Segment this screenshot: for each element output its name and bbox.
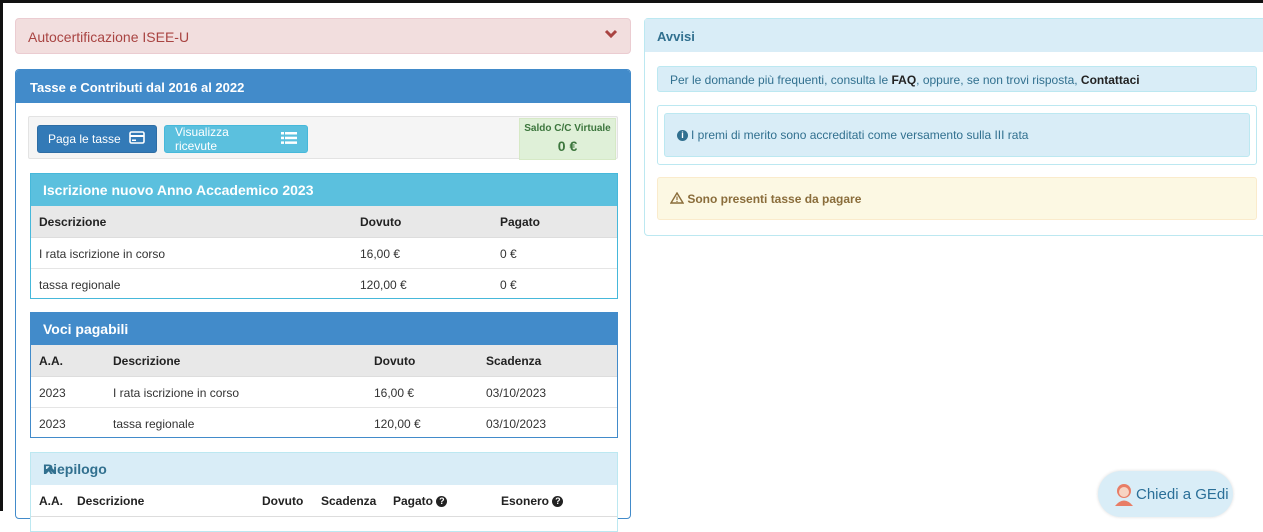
chevron-up-icon[interactable]	[43, 463, 605, 479]
visualizza-ricevute-button[interactable]: Visualizza ricevute	[164, 125, 308, 153]
visualizza-label: Visualizza ricevute	[175, 125, 229, 153]
col-pagato-label: Pagato	[393, 494, 434, 508]
saldo-value: 0 €	[557, 138, 578, 154]
isee-title[interactable]: Autocertificazione ISEE-U	[28, 29, 189, 45]
premi-text: I premi di merito sono accreditati come …	[691, 128, 1029, 142]
col-scadenza: Scadenza	[321, 494, 377, 508]
row-aa: 2023	[39, 386, 66, 400]
col-pagato: Pagato	[500, 215, 541, 229]
faq-link[interactable]: FAQ	[891, 73, 916, 87]
iscrizione-title: Iscrizione nuovo Anno Accademico 2023	[43, 182, 314, 198]
avvisi-heading: Avvisi	[645, 19, 1263, 52]
iscrizione-panel: Iscrizione nuovo Anno Accademico 2023 De…	[30, 173, 618, 299]
tasse-panel: Tasse e Contributi dal 2016 al 2022 Paga…	[15, 69, 631, 532]
paga-tasse-button[interactable]: Paga le tasse	[37, 125, 157, 153]
assistant-avatar-icon	[1112, 482, 1136, 506]
warning-icon	[669, 191, 687, 207]
col-descrizione: Descrizione	[39, 215, 107, 229]
row-scadenza: 03/10/2023	[486, 386, 547, 400]
row-dovuto: 16,00 €	[360, 247, 401, 261]
riepilogo-heading[interactable]: Riepilogo	[31, 453, 617, 485]
row-dovuto: 16,00 €	[374, 386, 415, 400]
saldo-box: Saldo C/C Virtuale 0 €	[519, 118, 616, 160]
voci-pagabili-panel: Voci pagabili A.A. Descrizione Dovuto Sc…	[30, 312, 618, 438]
faq-alert: Per le domande più frequenti, consulta l…	[657, 66, 1257, 92]
question-icon[interactable]: ?	[436, 496, 448, 508]
voci-table-header: A.A. Descrizione Dovuto Scadenza	[31, 345, 617, 377]
table-row: 2023 tassa regionale 120,00 € 03/10/2023	[31, 408, 617, 439]
voci-heading: Voci pagabili	[31, 313, 617, 345]
col-dovuto: Dovuto	[262, 494, 304, 508]
contattaci-link[interactable]: Contattaci	[1081, 73, 1140, 87]
col-dovuto: Dovuto	[360, 215, 402, 229]
row-descrizione: tassa regionale	[113, 417, 195, 431]
paga-label: Paga le tasse	[48, 132, 121, 146]
col-pagato: Pagato ?	[393, 494, 448, 508]
col-aa: A.A.	[39, 494, 63, 508]
saldo-label: Saldo C/C Virtuale	[524, 123, 611, 134]
chevron-down-icon[interactable]	[604, 28, 618, 43]
avvisi-title: Avvisi	[657, 29, 695, 44]
iscrizione-heading: Iscrizione nuovo Anno Accademico 2023	[31, 174, 617, 206]
chat-label: Chiedi a GEdi	[1136, 486, 1229, 503]
faq-text-pre: Per le domande più frequenti, consulta l…	[670, 73, 892, 87]
riepilogo-panel: Riepilogo A.A. Descrizione Dovuto Scaden…	[30, 452, 618, 532]
iscrizione-table-header: Descrizione Dovuto Pagato	[31, 206, 617, 238]
tasse-alert-text: Sono presenti tasse da pagare	[687, 192, 862, 206]
col-dovuto: Dovuto	[374, 354, 416, 368]
premi-wrapper: iI premi di merito sono accreditati come…	[657, 105, 1257, 165]
voci-title: Voci pagabili	[43, 321, 129, 337]
info-icon: i	[677, 130, 688, 142]
premi-alert: iI premi di merito sono accreditati come…	[664, 113, 1250, 157]
table-row: tassa regionale 120,00 € 0 €	[31, 269, 617, 300]
col-esonero: Esonero ?	[501, 494, 564, 508]
table-row: I rata iscrizione in corso 16,00 € 0 €	[31, 238, 617, 269]
isee-panel[interactable]: Autocertificazione ISEE-U	[15, 18, 631, 54]
row-descrizione: I rata iscrizione in corso	[39, 247, 166, 261]
faq-text-mid: , oppure, se non trovi risposta,	[916, 73, 1081, 87]
chat-button[interactable]: Chiedi a GEdi	[1098, 471, 1233, 517]
tasse-title: Tasse e Contributi dal 2016 al 2022	[30, 80, 245, 95]
col-aa: A.A.	[39, 354, 63, 368]
table-row: 2023 I rata iscrizione in corso 16,00 € …	[31, 377, 617, 408]
row-scadenza: 03/10/2023	[486, 417, 547, 431]
row-dovuto: 120,00 €	[374, 417, 421, 431]
credit-card-icon	[128, 131, 145, 147]
row-descrizione: I rata iscrizione in corso	[113, 386, 240, 400]
row-dovuto: 120,00 €	[360, 278, 407, 292]
tasse-heading: Tasse e Contributi dal 2016 al 2022	[16, 70, 630, 103]
riepilogo-table-header: A.A. Descrizione Dovuto Scadenza Pagato …	[31, 485, 617, 517]
row-pagato: 0 €	[500, 247, 517, 261]
list-icon	[281, 131, 297, 147]
col-descrizione: Descrizione	[113, 354, 181, 368]
question-icon[interactable]: ?	[552, 496, 564, 508]
avvisi-panel: Avvisi Per le domande più frequenti, con…	[644, 18, 1263, 236]
row-descrizione: tassa regionale	[39, 278, 121, 292]
col-descrizione: Descrizione	[77, 494, 145, 508]
col-esonero-label: Esonero	[501, 494, 550, 508]
row-aa: 2023	[39, 417, 66, 431]
row-pagato: 0 €	[500, 278, 517, 292]
tasse-warning-alert: Sono presenti tasse da pagare	[657, 177, 1257, 220]
col-scadenza: Scadenza	[486, 354, 542, 368]
